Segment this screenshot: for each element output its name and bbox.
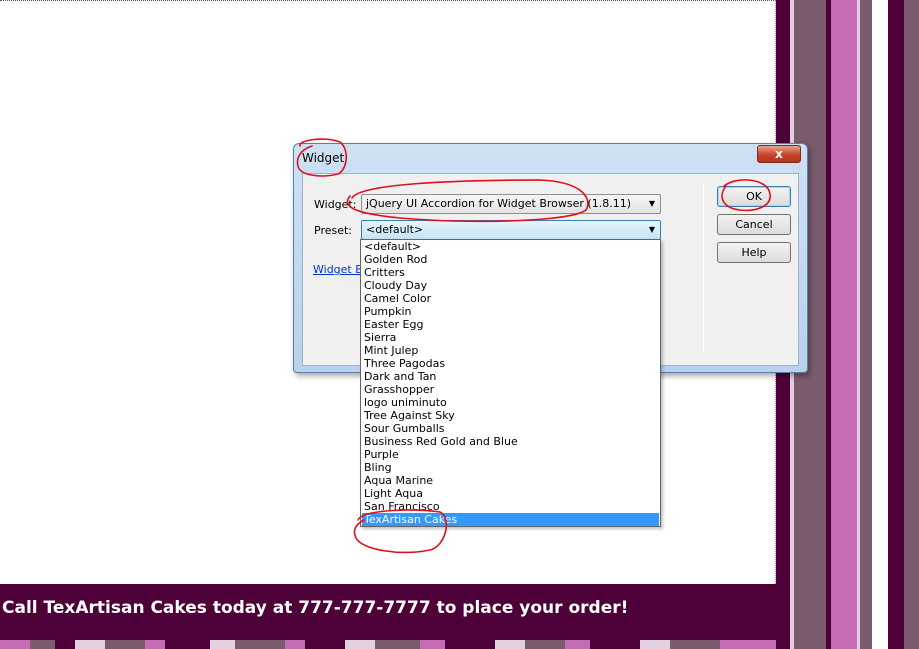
dropdown-option[interactable]: <default> — [362, 240, 659, 253]
cancel-button[interactable]: Cancel — [717, 214, 791, 235]
dropdown-option[interactable]: Easter Egg — [362, 318, 659, 331]
footer-text: Call TexArtisan Cakes today at 777-777-7… — [2, 598, 629, 618]
dropdown-option[interactable]: San Francisco — [362, 500, 659, 513]
dropdown-option[interactable]: Cloudy Day — [362, 279, 659, 292]
dropdown-option[interactable]: Business Red Gold and Blue — [362, 435, 659, 448]
dropdown-option[interactable]: Light Aqua — [362, 487, 659, 500]
preset-dropdown-list[interactable]: <default> Golden Rod Critters Cloudy Day… — [360, 239, 661, 527]
dropdown-option[interactable]: Tree Against Sky — [362, 409, 659, 422]
dropdown-option[interactable]: Mint Julep — [362, 344, 659, 357]
help-button[interactable]: Help — [717, 242, 791, 263]
dropdown-option[interactable]: Aqua Marine — [362, 474, 659, 487]
dialog-title: Widget — [302, 151, 345, 165]
preset-select[interactable]: <default> ▼ — [361, 220, 661, 240]
close-icon: x — [775, 147, 783, 161]
widget-select-value: jQuery UI Accordion for Widget Browser (… — [366, 197, 631, 210]
dropdown-option[interactable]: Dark and Tan — [362, 370, 659, 383]
dropdown-option[interactable]: Bling — [362, 461, 659, 474]
chevron-down-icon: ▼ — [648, 225, 655, 234]
chevron-down-icon: ▼ — [648, 199, 655, 208]
dropdown-option[interactable]: Three Pagodas — [362, 357, 659, 370]
close-button[interactable]: x — [757, 145, 801, 163]
ok-button[interactable]: OK — [717, 186, 791, 207]
separator — [703, 184, 704, 352]
widget-select[interactable]: jQuery UI Accordion for Widget Browser (… — [361, 194, 661, 214]
preset-select-value: <default> — [366, 223, 424, 236]
dropdown-option[interactable]: Purple — [362, 448, 659, 461]
widget-label: Widget: — [314, 198, 357, 211]
preset-label: Preset: — [314, 224, 353, 237]
dropdown-option[interactable]: Sierra — [362, 331, 659, 344]
dropdown-option[interactable]: Grasshopper — [362, 383, 659, 396]
striped-background-bottom — [0, 640, 776, 649]
dropdown-option-selected[interactable]: TexArtisan Cakes — [362, 513, 659, 526]
dropdown-option[interactable]: Golden Rod — [362, 253, 659, 266]
dropdown-option[interactable]: Critters — [362, 266, 659, 279]
footer-banner: Call TexArtisan Cakes today at 777-777-7… — [0, 584, 776, 640]
dropdown-option[interactable]: Pumpkin — [362, 305, 659, 318]
dropdown-option[interactable]: Camel Color — [362, 292, 659, 305]
dropdown-option[interactable]: Sour Gumballs — [362, 422, 659, 435]
dropdown-option[interactable]: logo uniminuto — [362, 396, 659, 409]
